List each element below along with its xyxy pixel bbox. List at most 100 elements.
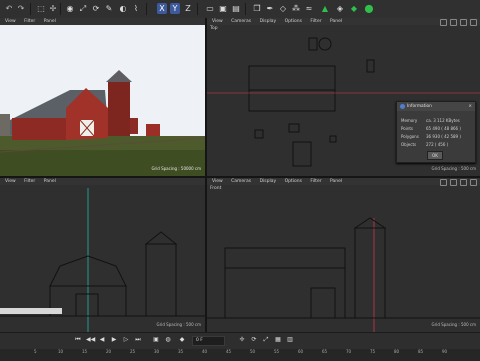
render-view-icon[interactable]: ▣ bbox=[218, 3, 228, 14]
toolbar-separator bbox=[245, 3, 246, 15]
move-icon[interactable]: ✢ bbox=[48, 3, 58, 14]
silo-outline bbox=[145, 243, 177, 317]
rotate-key-icon[interactable]: ⟳ bbox=[250, 336, 258, 344]
tick-label: 30 bbox=[154, 349, 160, 354]
small-shed bbox=[130, 118, 138, 134]
objects-row: Objects 272 ( 456 ) bbox=[401, 142, 448, 147]
viewport-menu-top-left: View Filter Panel bbox=[0, 18, 205, 25]
undo-icon[interactable]: ↶ bbox=[4, 3, 14, 14]
scene-icon[interactable]: ▲ bbox=[320, 3, 330, 14]
pan-icon[interactable] bbox=[440, 19, 447, 26]
keyframe-icon[interactable]: ◆ bbox=[178, 336, 186, 344]
polygons-label: Polygons bbox=[401, 134, 419, 139]
zoom-icon[interactable] bbox=[450, 179, 457, 186]
toolbar-separator bbox=[197, 3, 198, 15]
menu-panel[interactable]: Panel bbox=[44, 19, 56, 24]
tick-label: 60 bbox=[298, 349, 304, 354]
perspective-viewport[interactable]: View Filter Panel Grid Spacing : 50000 c… bbox=[0, 18, 205, 176]
timeline-bar: ⏮ ◀◀ ◀ ▶ ▷ ⏭ ▣ ◍ ◆ 0 F ✢ ⟳ ⤢ ▦ ▥ 5 10 15… bbox=[0, 332, 480, 361]
move-key-icon[interactable]: ✢ bbox=[238, 336, 246, 344]
silo-outline bbox=[318, 37, 332, 51]
ok-button[interactable]: OK bbox=[427, 151, 443, 160]
tick-label: 40 bbox=[202, 349, 208, 354]
frame-ruler[interactable]: 5 10 15 20 25 30 35 40 45 50 55 60 65 70… bbox=[0, 349, 480, 361]
render-icon[interactable]: ◉ bbox=[65, 3, 75, 14]
barn-outline bbox=[248, 65, 336, 112]
main-toolbar: ↶ ↷ ⬚ ✢ ◉ ⤢ ⟳ ✎ ◐ ⌇ X Y Z ▭ ▣ ▤ ❒ ✒ ◇ ⁂ … bbox=[0, 0, 480, 19]
left-building bbox=[0, 114, 10, 136]
tick-label: 85 bbox=[418, 349, 424, 354]
toolbar-separator bbox=[30, 3, 31, 15]
tick-label: 45 bbox=[226, 349, 232, 354]
tick-label: 10 bbox=[58, 349, 64, 354]
polygons-value: 36 930 ( 42 589 ) bbox=[426, 134, 461, 139]
light-icon[interactable]: ◆ bbox=[349, 3, 359, 14]
front-viewport[interactable]: View Cameras Display Options Filter Pane… bbox=[207, 178, 480, 332]
axis-x-icon[interactable]: X bbox=[157, 3, 167, 14]
memory-row: Memory ca. 3 112 KBytes bbox=[401, 118, 460, 123]
film-icon[interactable]: ▭ bbox=[205, 3, 215, 14]
param-key-icon[interactable]: ▦ bbox=[274, 336, 282, 344]
axis-z-icon[interactable]: Z bbox=[183, 3, 193, 14]
close-icon[interactable]: × bbox=[468, 102, 472, 111]
barn-long-outline bbox=[224, 247, 346, 319]
select-icon[interactable]: ⬚ bbox=[36, 3, 46, 14]
memory-label: Memory bbox=[401, 118, 418, 123]
memory-value: ca. 3 112 KBytes bbox=[426, 118, 460, 123]
tick-label: 70 bbox=[346, 349, 352, 354]
camera-icon[interactable]: ◈ bbox=[335, 3, 345, 14]
tick-label: 55 bbox=[274, 349, 280, 354]
tick-label: 20 bbox=[106, 349, 112, 354]
orbit-icon[interactable] bbox=[460, 19, 467, 26]
render-settings-icon[interactable]: ▤ bbox=[231, 3, 241, 14]
array-icon[interactable]: ⁂ bbox=[291, 3, 301, 14]
snap-icon[interactable]: ⌇ bbox=[131, 3, 141, 14]
objects-value: 272 ( 456 ) bbox=[426, 142, 449, 147]
pen-icon[interactable]: ✒ bbox=[265, 3, 275, 14]
tick-label: 80 bbox=[394, 349, 400, 354]
viewport-nav-icons bbox=[440, 179, 477, 186]
small-building bbox=[146, 124, 160, 136]
maximize-icon[interactable] bbox=[470, 179, 477, 186]
prev-key-icon[interactable]: ◀◀ bbox=[86, 336, 95, 344]
menu-filter[interactable]: Filter bbox=[24, 19, 35, 24]
tick-label: 15 bbox=[82, 349, 88, 354]
current-frame-field[interactable]: 0 F bbox=[192, 336, 225, 346]
information-title: Information bbox=[407, 104, 432, 109]
rotate-icon[interactable]: ⟳ bbox=[91, 3, 101, 14]
tick-label: 5 bbox=[34, 349, 37, 354]
brush-icon[interactable]: ✎ bbox=[104, 3, 114, 14]
orbit-icon[interactable] bbox=[460, 179, 467, 186]
menu-view[interactable]: View bbox=[5, 19, 16, 24]
side-viewport[interactable]: View Filter Panel Grid Spacing : 500 cm bbox=[0, 178, 205, 332]
prev-frame-icon[interactable]: ◀ bbox=[98, 336, 106, 344]
pla-icon[interactable]: ▥ bbox=[286, 336, 294, 344]
tag-icon[interactable]: ⬤ bbox=[364, 3, 374, 14]
tick-label: 75 bbox=[370, 349, 376, 354]
axis-y-icon[interactable]: Y bbox=[170, 3, 180, 14]
play-icon[interactable]: ▶ bbox=[110, 336, 118, 344]
maximize-icon[interactable] bbox=[470, 19, 477, 26]
next-frame-icon[interactable]: ▷ bbox=[122, 336, 130, 344]
tick-label: 25 bbox=[130, 349, 136, 354]
record-icon[interactable]: ▣ bbox=[152, 336, 160, 344]
mirror-icon[interactable]: ◐ bbox=[118, 3, 128, 14]
pan-icon[interactable] bbox=[440, 179, 447, 186]
autokey-icon[interactable]: ◍ bbox=[164, 336, 172, 344]
grid-spacing-label: Grid Spacing : 500 cm bbox=[431, 322, 476, 327]
viewport-divider-horizontal[interactable] bbox=[0, 176, 480, 178]
first-frame-icon[interactable]: ⏮ bbox=[74, 336, 82, 344]
toolbar-separator bbox=[60, 3, 61, 15]
cube-icon[interactable]: ❒ bbox=[252, 3, 262, 14]
scale-key-icon[interactable]: ⤢ bbox=[262, 336, 270, 344]
deformer-icon[interactable]: ≈ bbox=[304, 3, 314, 14]
zoom-icon[interactable] bbox=[450, 19, 457, 26]
redo-icon[interactable]: ↷ bbox=[16, 3, 26, 14]
last-frame-icon[interactable]: ⏭ bbox=[134, 336, 142, 344]
subdivision-icon[interactable]: ◇ bbox=[278, 3, 288, 14]
scale-icon[interactable]: ⤢ bbox=[78, 3, 88, 14]
front-wireframe bbox=[207, 217, 480, 332]
objects-label: Objects bbox=[401, 142, 417, 147]
viewport-divider-vertical[interactable] bbox=[205, 18, 207, 332]
tick-label: 65 bbox=[322, 349, 328, 354]
